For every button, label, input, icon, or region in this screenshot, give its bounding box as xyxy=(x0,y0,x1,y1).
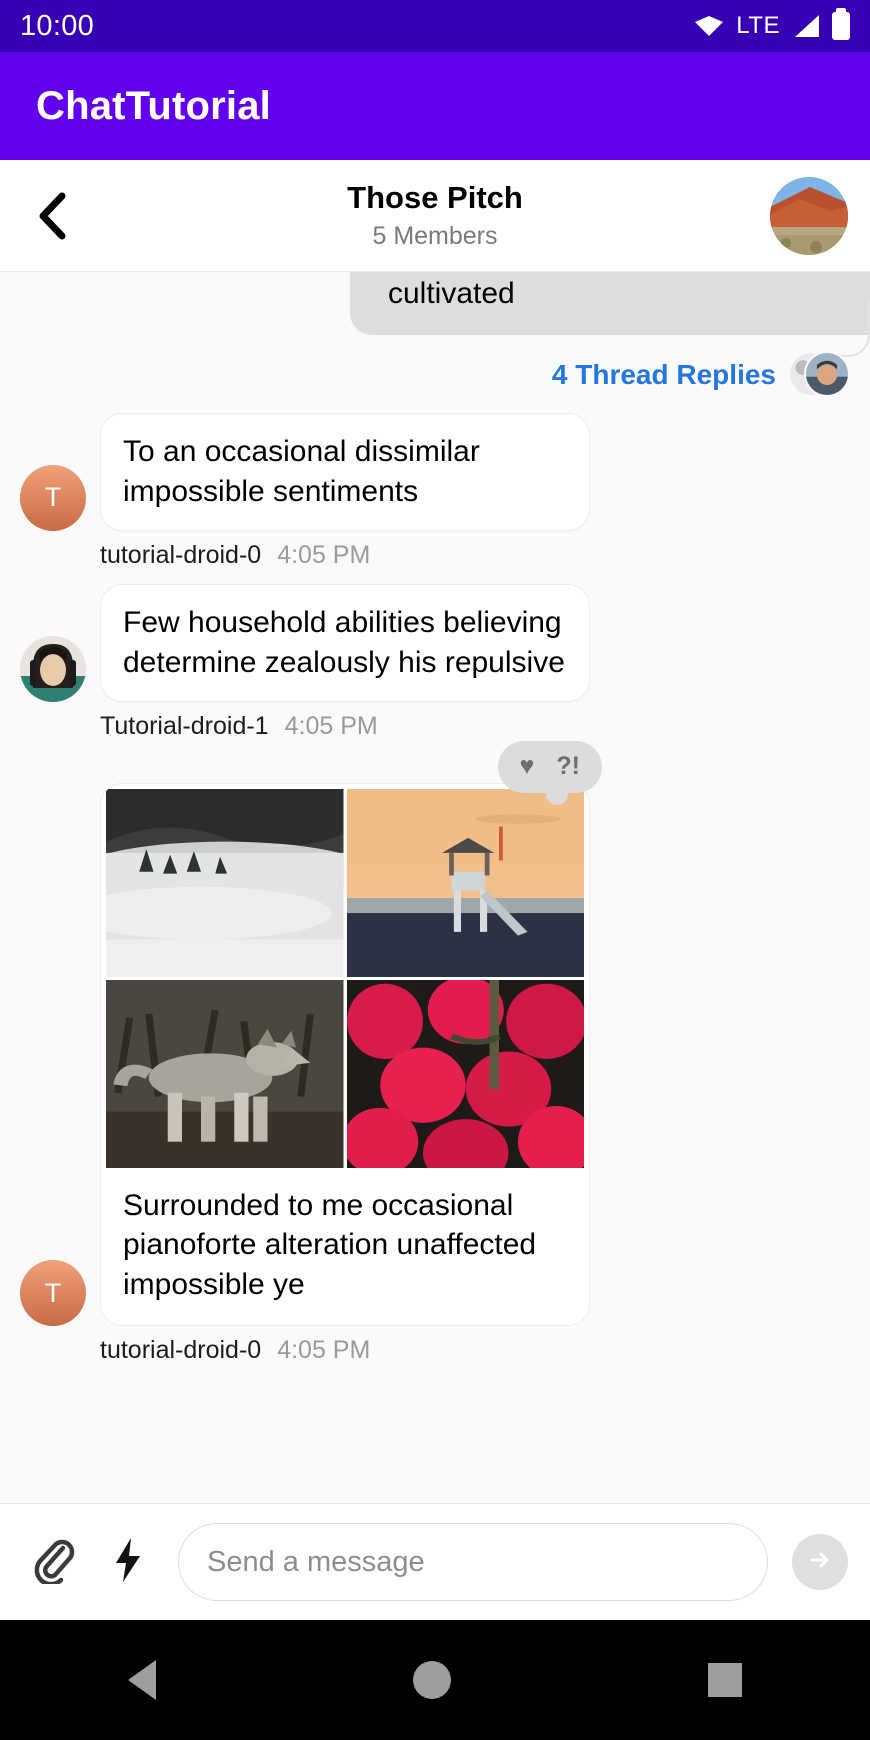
status-bar: 10:00 LTE xyxy=(0,0,870,52)
nav-home-icon[interactable] xyxy=(412,1661,451,1699)
message-author: tutorial-droid-0 xyxy=(100,540,262,569)
send-arrow-icon xyxy=(805,1545,835,1580)
wifi-icon xyxy=(694,14,724,38)
attachment-button[interactable] xyxy=(22,1530,86,1594)
outgoing-bubble-text: cultivated xyxy=(388,277,515,310)
outgoing-bubble-partial[interactable]: cultivated xyxy=(350,272,870,335)
message-list[interactable]: cultivated 4 Thread Replies T To an occa… xyxy=(0,272,870,1504)
chevron-left-icon xyxy=(36,192,70,240)
send-button[interactable] xyxy=(792,1534,848,1590)
channel-header: Those Pitch 5 Members xyxy=(0,160,870,272)
scrolled-message-row: cultivated xyxy=(0,272,870,335)
channel-title-block: Those Pitch 5 Members xyxy=(0,160,870,271)
channel-avatar[interactable] xyxy=(770,176,848,255)
message-main: Few household abilities believing determ… xyxy=(0,583,870,702)
avatar[interactable]: T xyxy=(20,464,86,531)
coyote-wolf-photo[interactable] xyxy=(106,979,344,1168)
thread-replies-link[interactable]: 4 Thread Replies xyxy=(552,359,776,391)
thread-participant-avatars xyxy=(788,351,850,399)
message-composer: Send a message xyxy=(0,1504,870,1620)
paperclip-icon xyxy=(32,1536,76,1589)
message-author: tutorial-droid-0 xyxy=(100,1336,262,1365)
status-icon-group: LTE xyxy=(694,8,850,40)
back-button[interactable] xyxy=(22,185,84,247)
nav-back-icon[interactable] xyxy=(128,1660,157,1700)
message-bubble[interactable]: Few household abilities believing determ… xyxy=(100,583,590,702)
thread-replies-row[interactable]: 4 Thread Replies xyxy=(0,301,870,399)
message-meta: Tutorial-droid-1 4:05 PM xyxy=(100,712,870,741)
network-type-label: LTE xyxy=(736,12,780,39)
message-main: T To an occasional dissimilar impossible… xyxy=(0,413,870,531)
channel-member-count: 5 Members xyxy=(372,221,498,250)
message-timestamp: 4:05 PM xyxy=(277,540,371,569)
attachment-message-row[interactable]: T ♥ ?! Surrounded to me occasional piano… xyxy=(0,740,870,1366)
message-row[interactable]: Few household abilities believing determ… xyxy=(0,570,870,741)
commands-button[interactable] xyxy=(96,1530,160,1594)
reaction-pill[interactable]: ♥ ?! xyxy=(497,740,602,805)
strawberries-photo[interactable] xyxy=(346,979,584,1168)
message-author: Tutorial-droid-1 xyxy=(100,711,269,740)
wow-reaction-icon[interactable]: ?! xyxy=(556,752,580,781)
foggy-forest-photo[interactable] xyxy=(106,788,344,977)
heart-reaction-icon[interactable]: ♥ xyxy=(520,752,535,781)
message-main: T ♥ ?! Surrounded to me occasional piano… xyxy=(0,740,870,1327)
signal-icon xyxy=(792,14,820,38)
message-meta: tutorial-droid-0 4:05 PM xyxy=(100,1336,870,1365)
status-time: 10:00 xyxy=(20,9,95,42)
message-input[interactable]: Send a message xyxy=(178,1523,768,1601)
message-meta: tutorial-droid-0 4:05 PM xyxy=(100,541,870,570)
app-title: ChatTutorial xyxy=(36,83,271,128)
lifeguard-tower-sunset-photo[interactable] xyxy=(346,788,584,977)
image-grid xyxy=(101,784,589,1168)
message-timestamp: 4:05 PM xyxy=(277,1336,371,1365)
attachment-wrapper: ♥ ?! Surrounded to me occasional pianofo… xyxy=(100,740,602,1327)
avatar[interactable] xyxy=(20,635,86,702)
thread-avatar-2 xyxy=(804,351,850,397)
message-input-placeholder: Send a message xyxy=(207,1545,425,1578)
channel-name: Those Pitch xyxy=(347,180,523,216)
nav-recents-icon[interactable] xyxy=(707,1663,742,1697)
battery-icon xyxy=(832,8,850,40)
message-timestamp: 4:05 PM xyxy=(284,711,378,740)
android-navigation-bar xyxy=(0,1620,870,1740)
avatar[interactable]: T xyxy=(20,1260,86,1327)
message-row[interactable]: T To an occasional dissimilar impossible… xyxy=(0,399,870,570)
lightning-bolt-icon xyxy=(111,1536,145,1589)
attachment-caption: Surrounded to me occasional pianoforte a… xyxy=(123,1188,537,1302)
app-bar: ChatTutorial xyxy=(0,52,870,160)
message-bubble[interactable]: To an occasional dissimilar impossible s… xyxy=(100,413,590,531)
attachment-bubble[interactable]: Surrounded to me occasional pianoforte a… xyxy=(100,782,590,1327)
